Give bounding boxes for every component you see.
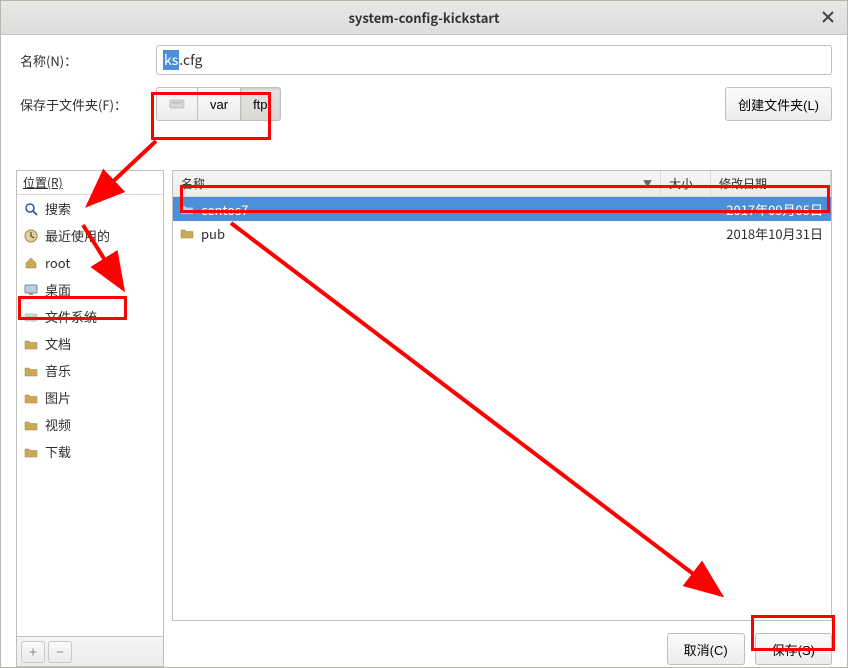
sidebar-item-documents[interactable]: 文档 xyxy=(17,330,163,357)
sidebar-item-label: 文档 xyxy=(45,334,71,353)
folder-icon xyxy=(179,226,195,240)
dialog-content: 名称(N)： ks.cfg 保存于文件夹(F)： var ftp 创建文件夹(L… xyxy=(1,35,847,667)
window-title: system-config-kickstart xyxy=(348,8,499,27)
create-folder-button[interactable]: 创建文件夹(L) xyxy=(725,87,832,121)
file-row[interactable]: pub 2018年10月31日 xyxy=(173,221,831,245)
folder-icon xyxy=(23,363,39,379)
breadcrumb-var[interactable]: var xyxy=(198,88,241,120)
remove-bookmark-button[interactable]: − xyxy=(48,641,72,663)
file-name: centos7 xyxy=(201,200,655,219)
sidebar-item-root[interactable]: root xyxy=(17,249,163,276)
sidebar-item-label: 最近使用的 xyxy=(45,226,110,245)
save-button[interactable]: 保存(S) xyxy=(755,633,832,665)
desktop-icon xyxy=(23,282,39,298)
column-name[interactable]: 名称 ▼ xyxy=(173,171,661,196)
dialog-window: system-config-kickstart 名称(N)： ks.cfg 保存… xyxy=(0,0,848,668)
file-rows: centos7 2017年09月05日 pub 2018年10月31日 xyxy=(173,197,831,620)
sidebar-item-music[interactable]: 音乐 xyxy=(17,357,163,384)
sidebar-item-pictures[interactable]: 图片 xyxy=(17,384,163,411)
filename-rest: .cfg xyxy=(179,50,202,70)
disk-icon xyxy=(23,309,39,325)
sidebar-item-label: 桌面 xyxy=(45,280,71,299)
breadcrumb: var ftp xyxy=(156,87,281,121)
home-icon xyxy=(23,255,39,271)
sidebar-item-search[interactable]: 搜索 xyxy=(17,195,163,222)
column-date[interactable]: 修改日期 xyxy=(711,171,831,196)
cancel-button[interactable]: 取消(C) xyxy=(667,633,745,665)
breadcrumb-ftp[interactable]: ftp xyxy=(241,88,279,120)
main-area: 位置(R) 搜索 最近使用的 root 桌面 xyxy=(16,170,832,667)
sidebar-item-label: 文件系统 xyxy=(45,307,97,326)
name-label: 名称(N)： xyxy=(16,51,156,70)
add-bookmark-button[interactable]: + xyxy=(21,641,45,663)
file-pane: 名称 ▼ 大小 修改日期 centos7 2017年09月05日 xyxy=(172,170,832,667)
clock-icon xyxy=(23,228,39,244)
file-row[interactable]: centos7 2017年09月05日 xyxy=(173,197,831,221)
sidebar-item-downloads[interactable]: 下载 xyxy=(17,438,163,465)
folder-icon xyxy=(23,336,39,352)
disk-icon xyxy=(169,96,185,113)
filename-input[interactable]: ks.cfg xyxy=(156,45,832,75)
folder-icon xyxy=(23,417,39,433)
sidebar-item-desktop[interactable]: 桌面 xyxy=(17,276,163,303)
sidebar-item-filesystem[interactable]: 文件系统 xyxy=(17,303,163,330)
places-sidebar: 位置(R) 搜索 最近使用的 root 桌面 xyxy=(16,170,164,667)
path-row: 保存于文件夹(F)： var ftp 创建文件夹(L) xyxy=(16,87,832,121)
breadcrumb-root[interactable] xyxy=(157,88,198,120)
folder-icon xyxy=(23,444,39,460)
sidebar-item-videos[interactable]: 视频 xyxy=(17,411,163,438)
folder-icon xyxy=(179,202,195,216)
sidebar-item-label: 视频 xyxy=(45,415,71,434)
places-header: 位置(R) xyxy=(17,171,163,195)
file-name: pub xyxy=(201,224,655,243)
folder-icon xyxy=(23,390,39,406)
file-date: 2018年10月31日 xyxy=(705,224,825,243)
close-icon[interactable] xyxy=(819,8,837,26)
search-icon xyxy=(23,201,39,217)
sidebar-item-label: 下载 xyxy=(45,442,71,461)
column-headers: 名称 ▼ 大小 修改日期 xyxy=(173,171,831,197)
dialog-actions: 取消(C) 保存(S) xyxy=(172,621,832,667)
sidebar-item-label: 图片 xyxy=(45,388,71,407)
file-date: 2017年09月05日 xyxy=(705,200,825,219)
sidebar-item-label: 搜索 xyxy=(45,199,71,218)
name-row: 名称(N)： ks.cfg xyxy=(16,45,832,75)
sidebar-footer: + − xyxy=(16,637,164,667)
sidebar-item-recent[interactable]: 最近使用的 xyxy=(17,222,163,249)
filename-selection: ks xyxy=(163,50,179,70)
titlebar: system-config-kickstart xyxy=(1,1,847,35)
sort-indicator-icon: ▼ xyxy=(643,177,652,190)
sidebar-item-label: 音乐 xyxy=(45,361,71,380)
sidebar-item-label: root xyxy=(45,253,70,272)
column-size[interactable]: 大小 xyxy=(661,171,711,196)
path-label: 保存于文件夹(F)： xyxy=(16,95,156,114)
